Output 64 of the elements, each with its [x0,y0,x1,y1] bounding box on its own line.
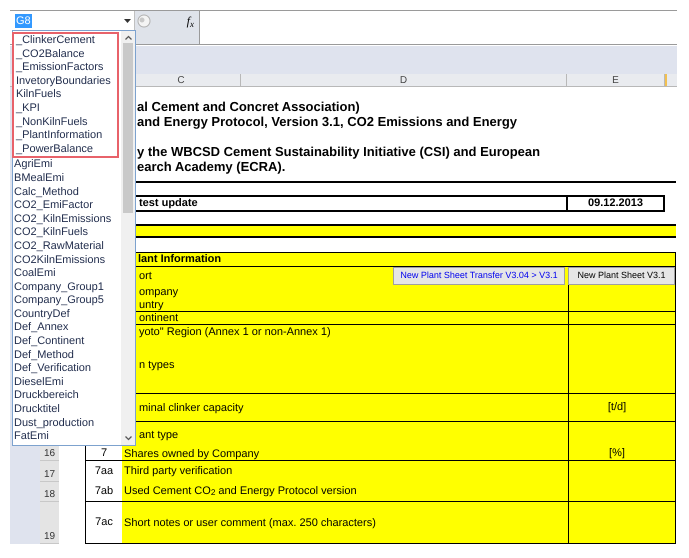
list-item[interactable]: CountryDef [13,308,121,322]
list-item[interactable]: CO2_RawMaterial [13,240,121,254]
list-item[interactable]: _PowerBalance [15,142,117,156]
name-box-value: G8 [15,14,32,28]
list-item[interactable]: _ClinkerCement [15,34,117,48]
list-item[interactable]: BMealEmi [13,172,121,186]
table-cell: [%] [568,441,665,460]
list-item[interactable]: Dust_production [13,416,121,430]
row-header[interactable]: 19 [40,502,59,544]
list-item[interactable]: _CO2Balance [15,48,117,62]
dropdown-arrow-icon [124,19,131,23]
list-item[interactable]: Company_Group1 [13,280,121,294]
insert-function-button[interactable]: f$_{x}$ [186,14,194,28]
column-header[interactable]: D [241,74,567,86]
item-number: 7ab [94,484,114,498]
table-cell: Short notes or user comment (max. 250 characters) [122,502,568,543]
list-item[interactable]: Def_Annex [13,321,121,336]
item-number: 7ac [95,516,113,529]
scrollbar-thumb[interactable] [123,43,133,213]
column-header[interactable]: E [567,74,665,86]
list-item[interactable]: Calc_Method [13,186,121,200]
scrollbar[interactable] [121,31,135,445]
list-item[interactable]: _EmissionFactors [15,61,117,75]
cell-text: ort [138,268,152,284]
table-cell [665,312,675,324]
list-item[interactable]: AgriEmi [13,158,121,172]
table-cell: Shares owned by Company [122,441,568,460]
list-item[interactable]: CoalEmi [13,267,121,281]
item-number: 7 [100,447,108,460]
list-item[interactable]: CO2_KilnEmissions [13,212,121,226]
list-item[interactable]: CO2_KilnFuels [13,226,121,240]
heading-text: y the WBCSD Cement Sustainability Initiative (CSI) and European [137,144,542,159]
list-item[interactable]: _KPI [15,102,117,116]
list-item[interactable]: Druckbereich [13,389,121,404]
list-item[interactable]: Def_Method [13,348,121,362]
row-header[interactable]: 18 [40,482,59,502]
sheet-button[interactable]: New Plant Sheet V3.1 [568,267,675,285]
list-item[interactable]: _NonKilnFuels [15,116,117,130]
list-item[interactable]: Def_Continent [13,335,121,349]
list-item[interactable]: Def_Verification [13,362,121,376]
item-number: 7aa [94,464,114,478]
list-item[interactable]: FatEmi [13,430,121,444]
scroll-up-icon [124,35,132,40]
table-cell: Used Cement CO$_{2}$ and Energy Protocol version [122,481,568,501]
heading-text: earch Academy (ECRA). [137,159,286,174]
scroll-down-icon [124,436,132,441]
list-item[interactable]: DieselEmi [13,376,121,390]
list-item[interactable]: CO2KilnEmissions [13,254,121,268]
list-item[interactable]: Drucktitel [13,403,121,417]
row-header[interactable]: 17 [40,461,59,482]
list-item[interactable]: CO2_EmiFactor [13,199,121,213]
heading-text: al Cement and Concret Association) [137,99,361,114]
heading-text: and Energy Protocol, Version 3.1, CO2 Emissions and Energy [137,114,518,129]
list-item[interactable]: InvetoryBoundaries [15,74,117,88]
table-cell: Third party verification [122,461,568,481]
list-item[interactable]: _PlantInformation [15,129,117,143]
list-item[interactable]: Company_Group5 [13,294,121,308]
resize-handle-icon [137,14,151,28]
table-cell [665,394,675,421]
list-item[interactable]: KilnFuels [15,88,117,102]
table-cell: [t/d] [568,394,665,421]
update-date: 09.12.2013 [568,195,665,212]
sheet-button[interactable]: New Plant Sheet Transfer V3.04 > V3.1 [393,267,565,285]
table-cell [665,502,675,543]
